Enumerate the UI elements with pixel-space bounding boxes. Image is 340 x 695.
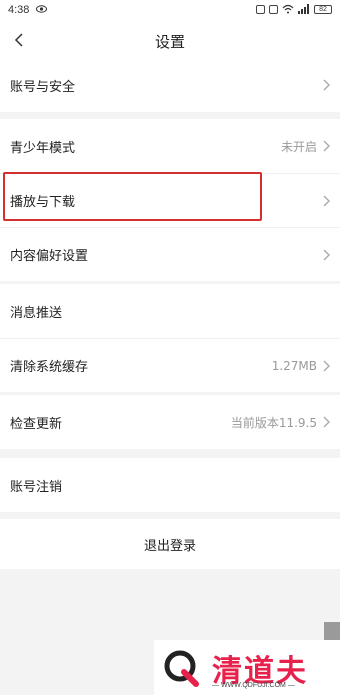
highlight-box: [3, 172, 262, 221]
status-time: 4:38: [8, 4, 30, 16]
row-value: 当前版本11.9.5: [230, 415, 317, 430]
chevron-right-icon: [323, 360, 330, 371]
group-update: 检查更新 当前版本11.9.5: [0, 395, 340, 449]
page-header: 设置: [0, 22, 340, 58]
chevron-right-icon: [323, 249, 330, 260]
row-clear-cache[interactable]: 清除系统缓存 1.27MB: [0, 338, 340, 392]
group-logout: 退出登录: [0, 519, 340, 569]
battery-icon: 82: [314, 4, 332, 14]
row-account-security[interactable]: 账号与安全: [0, 58, 340, 112]
chevron-right-icon: [323, 79, 330, 91]
row-content-preferences[interactable]: 内容偏好设置: [0, 227, 340, 281]
watermark-url: — WWW.QDFUJI.COM —: [212, 682, 295, 689]
status-icons: 82: [256, 4, 332, 14]
signal-icon: [298, 4, 309, 14]
silent-icon: [269, 4, 278, 14]
row-label: 清除系统缓存: [10, 360, 89, 375]
row-youth-mode[interactable]: 青少年模式 未开启: [0, 119, 340, 173]
logout-button[interactable]: 退出登录: [0, 519, 340, 569]
chevron-right-icon: [323, 416, 330, 428]
row-label: 检查更新: [10, 416, 63, 432]
group-system: 消息推送 清除系统缓存 1.27MB: [0, 284, 340, 392]
row-value: 未开启: [280, 139, 317, 154]
nfc-icon: [256, 4, 265, 14]
watermark: 清道夫 — WWW.QDFUJI.COM —: [154, 640, 340, 695]
watermark-logo-icon: [164, 650, 199, 687]
row-push-notifications[interactable]: 消息推送: [0, 284, 340, 338]
group-cancel-account: 账号注销: [0, 458, 340, 512]
row-label: 青少年模式: [10, 140, 76, 156]
row-label: 账号与安全: [10, 79, 76, 95]
row-cancel-account[interactable]: 账号注销: [0, 458, 340, 512]
chevron-right-icon: [323, 140, 330, 152]
row-label: 内容偏好设置: [10, 249, 89, 264]
status-bar: 4:38 82: [0, 0, 340, 22]
row-label: 账号注销: [10, 479, 63, 495]
row-value: 1.27MB: [271, 358, 317, 373]
group-account: 账号与安全: [0, 58, 340, 112]
eye-icon: [36, 5, 47, 13]
wifi-icon: [282, 4, 294, 14]
chevron-right-icon: [323, 195, 330, 206]
logout-label: 退出登录: [143, 538, 196, 554]
row-check-update[interactable]: 检查更新 当前版本11.9.5: [0, 395, 340, 449]
page-title: 设置: [154, 33, 185, 51]
row-label: 消息推送: [10, 305, 63, 321]
